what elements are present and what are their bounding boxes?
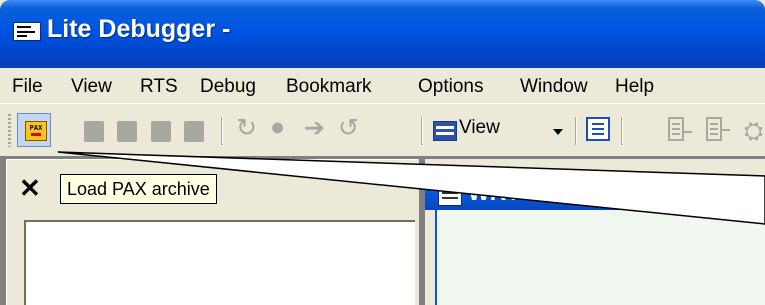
menu-bar: File View RTS Debug Bookmark Options Win… [0,69,765,103]
title-bar[interactable]: Lite Debugger - [0,0,765,68]
disabled-toolbar-button-4[interactable] [184,121,204,142]
load-pax-archive-button[interactable]: PAX [17,113,51,147]
tooltip: Load PAX archive [60,174,217,204]
keyboard-view-icon[interactable] [433,121,457,141]
toolbar-grip[interactable] [8,114,11,147]
list-view-button[interactable] [586,117,610,141]
view-dropdown-label[interactable]: View [459,117,500,139]
refresh-icon[interactable]: ↺ [338,116,359,141]
toolbar-separator [575,117,576,145]
toolbar: PAX ↻ ● ➔ ↺ View ⛭ [0,104,765,156]
left-panel-content[interactable] [24,220,415,305]
menu-window[interactable]: Window [520,76,588,98]
step-over-icon[interactable]: ➔ [304,116,325,141]
toolbar-separator [421,117,422,145]
disabled-toolbar-button-1[interactable] [84,121,104,142]
menu-bookmark[interactable]: Bookmark [286,76,372,98]
menu-view[interactable]: View [71,76,112,98]
menu-rts[interactable]: RTS [140,76,178,98]
step-icon[interactable]: ● [270,115,285,140]
application-window: Lite Debugger - File View RTS Debug Book… [0,0,765,305]
document-icon [438,182,462,206]
menu-help[interactable]: Help [615,76,654,98]
window-title: Lite Debugger - [47,15,231,43]
station-display-body[interactable] [435,210,765,305]
menu-debug[interactable]: Debug [200,76,256,98]
menu-options[interactable]: Options [418,76,483,98]
sort-bars-icon[interactable] [706,117,730,141]
restart-icon[interactable]: ↻ [236,116,257,141]
filter-icon[interactable]: ⛭ [744,118,763,146]
chevron-down-icon[interactable] [553,129,563,135]
disabled-toolbar-button-2[interactable] [117,121,137,142]
close-icon[interactable]: ✕ [19,175,41,201]
toolbar-separator [221,117,222,145]
menu-file[interactable]: File [12,76,43,98]
station-display-window: WRTS Station Display [425,159,765,305]
toolbar-separator [621,117,622,145]
sort-descending-icon[interactable] [668,117,692,141]
disabled-toolbar-button-3[interactable] [151,121,171,142]
station-display-title-bar[interactable]: WRTS Station Display [425,176,765,210]
pax-icon-label: PAX [29,124,43,132]
pax-archive-icon: PAX [25,121,47,141]
app-icon [13,22,41,41]
station-display-title: WRTS Station Display [468,179,709,205]
